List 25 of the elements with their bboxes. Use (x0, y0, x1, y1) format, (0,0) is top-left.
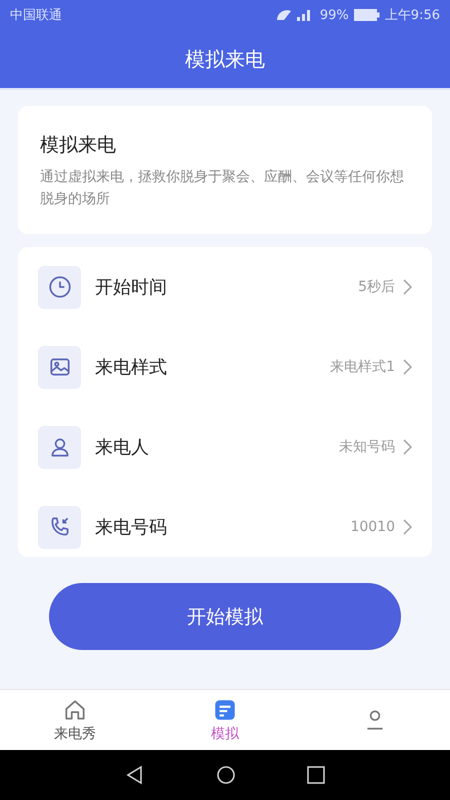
setting-label[interactable]: 来电号码 (95, 515, 336, 539)
start-button[interactable]: 开始模拟 (49, 583, 401, 650)
setting-label[interactable]: 来电人 (95, 435, 325, 459)
intro-title: 模拟来电 (40, 133, 117, 158)
setting-value: 未知号码 (339, 438, 395, 456)
page-title: 模拟来电 (185, 46, 265, 72)
battery-percent: 99% (320, 8, 349, 22)
intro-description: 通过虚拟来电，拯救你脱身于聚会、应酬、会议等任何你想脱身的场所 (40, 168, 405, 209)
chevron-icon (403, 279, 412, 295)
chevron-icon (403, 519, 412, 535)
carrier-name: 中国联通 (10, 7, 62, 24)
setting-value: 5秒后 (358, 278, 395, 296)
tab-item[interactable]: 来电秀 (0, 690, 150, 750)
setting-value: 10010 (350, 519, 395, 535)
chevron-icon (403, 359, 412, 375)
chevron-icon (403, 439, 412, 455)
clock-icon (46, 274, 72, 300)
home-icon[interactable] (216, 765, 236, 785)
setting-label[interactable]: 来电样式 (95, 355, 316, 379)
setting-label[interactable]: 开始时间 (95, 275, 344, 299)
tab-item[interactable]: 模拟 (150, 690, 300, 750)
setting-value: 来电样式1 (330, 358, 395, 376)
clock-time: 上午9:56 (384, 7, 440, 24)
recents-icon[interactable] (306, 766, 325, 784)
battery-icon (354, 9, 380, 21)
